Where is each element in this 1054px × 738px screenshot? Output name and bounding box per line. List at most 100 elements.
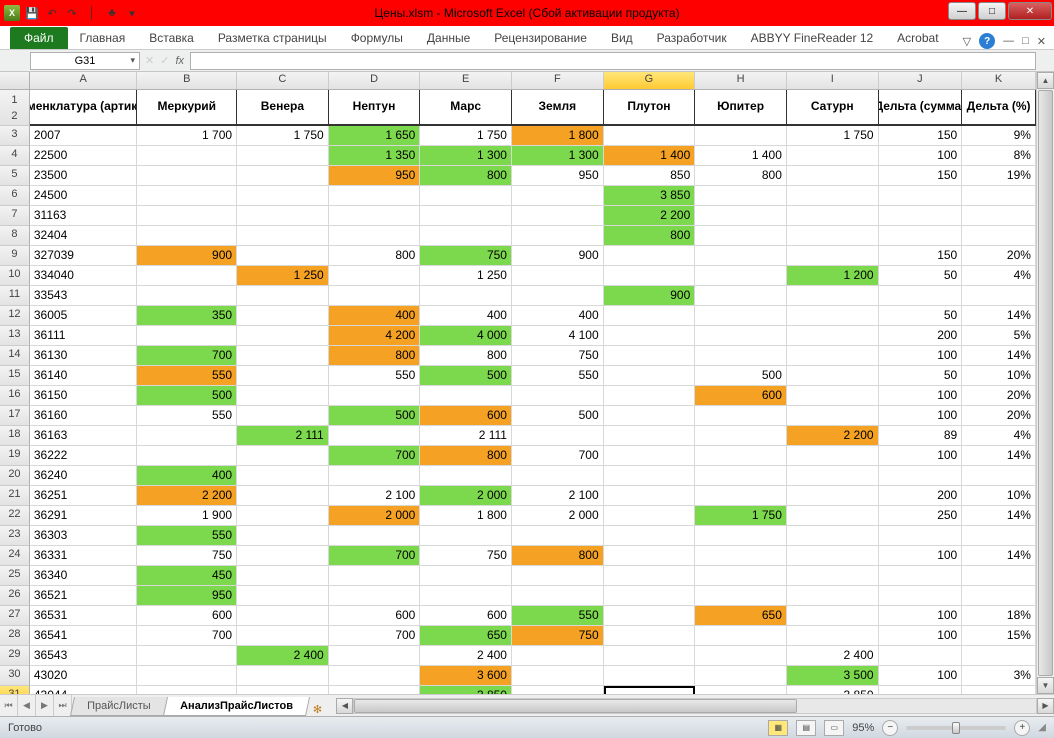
- tab-first-icon[interactable]: ⏮: [0, 695, 18, 716]
- cell[interactable]: [237, 626, 329, 646]
- col-header[interactable]: E: [420, 72, 512, 89]
- cell[interactable]: [879, 206, 963, 226]
- cell[interactable]: 2 100: [512, 486, 604, 506]
- cell[interactable]: 450: [137, 566, 237, 586]
- cell[interactable]: 19%: [962, 166, 1036, 186]
- cell[interactable]: [237, 286, 329, 306]
- view-page-layout-icon[interactable]: ▤: [796, 720, 816, 736]
- cell[interactable]: [237, 186, 329, 206]
- cell[interactable]: [604, 686, 696, 694]
- scroll-left-icon[interactable]: ◀: [336, 698, 353, 714]
- cell[interactable]: 750: [420, 546, 512, 566]
- cell[interactable]: 36303: [30, 526, 138, 546]
- cell[interactable]: [879, 686, 963, 694]
- cell[interactable]: 36150: [30, 386, 138, 406]
- cell[interactable]: [137, 426, 237, 446]
- cell[interactable]: 1 300: [512, 146, 604, 166]
- cell[interactable]: [962, 586, 1036, 606]
- cell[interactable]: [879, 466, 963, 486]
- undo-icon[interactable]: ↶: [44, 5, 60, 21]
- cell[interactable]: [137, 186, 237, 206]
- cell[interactable]: 800: [512, 546, 604, 566]
- view-page-break-icon[interactable]: ▭: [824, 720, 844, 736]
- cell[interactable]: 550: [512, 606, 604, 626]
- cell[interactable]: 2 400: [787, 646, 879, 666]
- cell[interactable]: [962, 286, 1036, 306]
- cell[interactable]: [695, 486, 787, 506]
- cell[interactable]: 20%: [962, 386, 1036, 406]
- cell[interactable]: [329, 566, 421, 586]
- scroll-right-icon[interactable]: ▶: [1037, 698, 1054, 714]
- header-cell[interactable]: Венера: [237, 90, 329, 126]
- cell[interactable]: [604, 506, 696, 526]
- cell[interactable]: 700: [137, 626, 237, 646]
- header-cell[interactable]: Земля: [512, 90, 604, 126]
- cell[interactable]: 4 000: [420, 326, 512, 346]
- cell[interactable]: [237, 446, 329, 466]
- cell[interactable]: 600: [695, 386, 787, 406]
- cell[interactable]: 700: [329, 546, 421, 566]
- cell[interactable]: [787, 606, 879, 626]
- row-header[interactable]: 12: [0, 90, 30, 126]
- cell[interactable]: [787, 206, 879, 226]
- cell[interactable]: 20%: [962, 406, 1036, 426]
- scroll-thumb[interactable]: [1038, 90, 1053, 676]
- cell[interactable]: [695, 646, 787, 666]
- cell[interactable]: 43020: [30, 666, 138, 686]
- cell[interactable]: 550: [137, 366, 237, 386]
- cell[interactable]: [695, 306, 787, 326]
- row-header[interactable]: 24: [0, 546, 30, 566]
- tab-prev-icon[interactable]: ◀: [18, 695, 36, 716]
- tab-acrobat[interactable]: Acrobat: [885, 27, 950, 49]
- cell[interactable]: 14%: [962, 446, 1036, 466]
- cell[interactable]: [695, 266, 787, 286]
- row-header[interactable]: 25: [0, 566, 30, 586]
- col-header[interactable]: J: [879, 72, 963, 89]
- cell[interactable]: [787, 146, 879, 166]
- cell[interactable]: 500: [695, 366, 787, 386]
- cell[interactable]: 750: [137, 546, 237, 566]
- excel-icon[interactable]: X: [4, 5, 20, 21]
- cell[interactable]: 2 111: [237, 426, 329, 446]
- cell[interactable]: [879, 286, 963, 306]
- cell[interactable]: [879, 186, 963, 206]
- col-header[interactable]: B: [137, 72, 237, 89]
- cell[interactable]: 150: [879, 126, 963, 146]
- cell[interactable]: 10%: [962, 366, 1036, 386]
- cell[interactable]: 14%: [962, 546, 1036, 566]
- row-header[interactable]: 10: [0, 266, 30, 286]
- cell[interactable]: [787, 406, 879, 426]
- cell[interactable]: [329, 586, 421, 606]
- cell[interactable]: [695, 406, 787, 426]
- cell[interactable]: [329, 666, 421, 686]
- cell[interactable]: [787, 546, 879, 566]
- cell[interactable]: 700: [329, 446, 421, 466]
- cell[interactable]: 2 400: [420, 646, 512, 666]
- cell[interactable]: [695, 586, 787, 606]
- cell[interactable]: 1 250: [420, 266, 512, 286]
- cell[interactable]: [787, 506, 879, 526]
- cell[interactable]: 100: [879, 406, 963, 426]
- cell[interactable]: [137, 646, 237, 666]
- cell[interactable]: 36291: [30, 506, 138, 526]
- cell[interactable]: 1 250: [237, 266, 329, 286]
- cell[interactable]: [137, 226, 237, 246]
- cell[interactable]: [787, 466, 879, 486]
- cell[interactable]: [329, 226, 421, 246]
- row-header[interactable]: 4: [0, 146, 30, 166]
- cell[interactable]: 500: [137, 386, 237, 406]
- cell[interactable]: [237, 346, 329, 366]
- header-cell[interactable]: Марс: [420, 90, 512, 126]
- cell[interactable]: [787, 386, 879, 406]
- cell[interactable]: [329, 466, 421, 486]
- cell[interactable]: [237, 326, 329, 346]
- cell[interactable]: 15%: [962, 626, 1036, 646]
- tab-abbyy[interactable]: ABBYY FineReader 12: [739, 27, 886, 49]
- cell[interactable]: 100: [879, 666, 963, 686]
- cell[interactable]: 36111: [30, 326, 138, 346]
- cell[interactable]: 50: [879, 266, 963, 286]
- cell[interactable]: 14%: [962, 506, 1036, 526]
- cell[interactable]: [420, 466, 512, 486]
- cell[interactable]: 100: [879, 626, 963, 646]
- cell[interactable]: 43044: [30, 686, 138, 694]
